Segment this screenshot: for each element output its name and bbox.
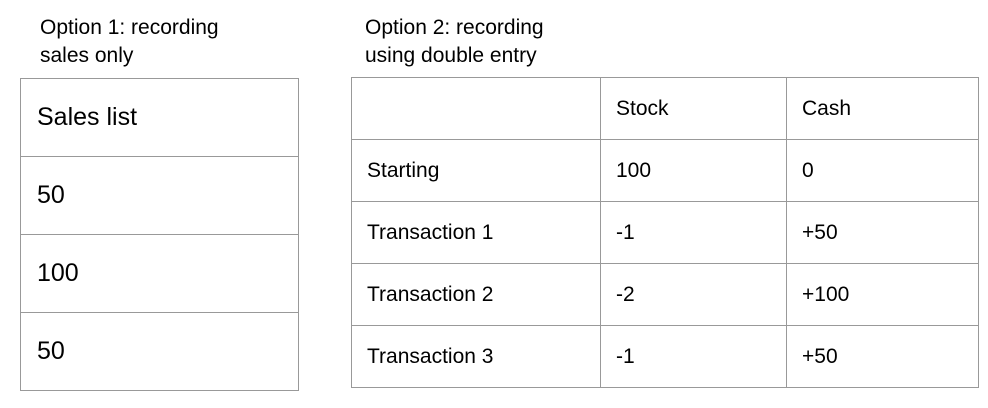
stock-cell: -2: [600, 263, 787, 326]
sales-list-table: Sales list 50 100 50: [20, 78, 299, 391]
stock-cell: -1: [600, 325, 787, 388]
cash-cell: +50: [786, 201, 979, 264]
column-header-cash: Cash: [786, 77, 979, 140]
row-label-cell: Starting: [351, 139, 601, 202]
table-row: Transaction 2 -2 +100: [351, 263, 979, 326]
sales-value-cell: 50: [20, 156, 299, 235]
option1-caption-line1: Option 1: recording: [40, 16, 219, 39]
option1-caption-line2: sales only: [40, 44, 134, 67]
table-header-row: Sales list: [20, 78, 299, 157]
option2-caption: Option 2: recording using double entry: [365, 14, 544, 70]
table-row: Starting 100 0: [351, 139, 979, 202]
table-row: 50: [20, 312, 299, 391]
sales-list-header: Sales list: [20, 78, 299, 157]
table-row: Transaction 3 -1 +50: [351, 325, 979, 388]
row-label-cell: Transaction 2: [351, 263, 601, 326]
option1-caption: Option 1: recording sales only: [40, 14, 219, 70]
option2-caption-line1: Option 2: recording: [365, 16, 544, 39]
cash-cell: 0: [786, 139, 979, 202]
cash-cell: +50: [786, 325, 979, 388]
column-header-stock: Stock: [600, 77, 787, 140]
table-row: 100: [20, 234, 299, 313]
sales-value-cell: 50: [20, 312, 299, 391]
row-label-cell: Transaction 3: [351, 325, 601, 388]
row-label-cell: Transaction 1: [351, 201, 601, 264]
cash-cell: +100: [786, 263, 979, 326]
column-header-blank: [351, 77, 601, 140]
double-entry-table: Stock Cash Starting 100 0 Transaction 1 …: [351, 77, 979, 388]
stock-cell: -1: [600, 201, 787, 264]
stock-cell: 100: [600, 139, 787, 202]
option2-caption-line2: using double entry: [365, 44, 537, 67]
table-row: Transaction 1 -1 +50: [351, 201, 979, 264]
sales-value-cell: 100: [20, 234, 299, 313]
table-header-row: Stock Cash: [351, 77, 979, 140]
table-row: 50: [20, 156, 299, 235]
